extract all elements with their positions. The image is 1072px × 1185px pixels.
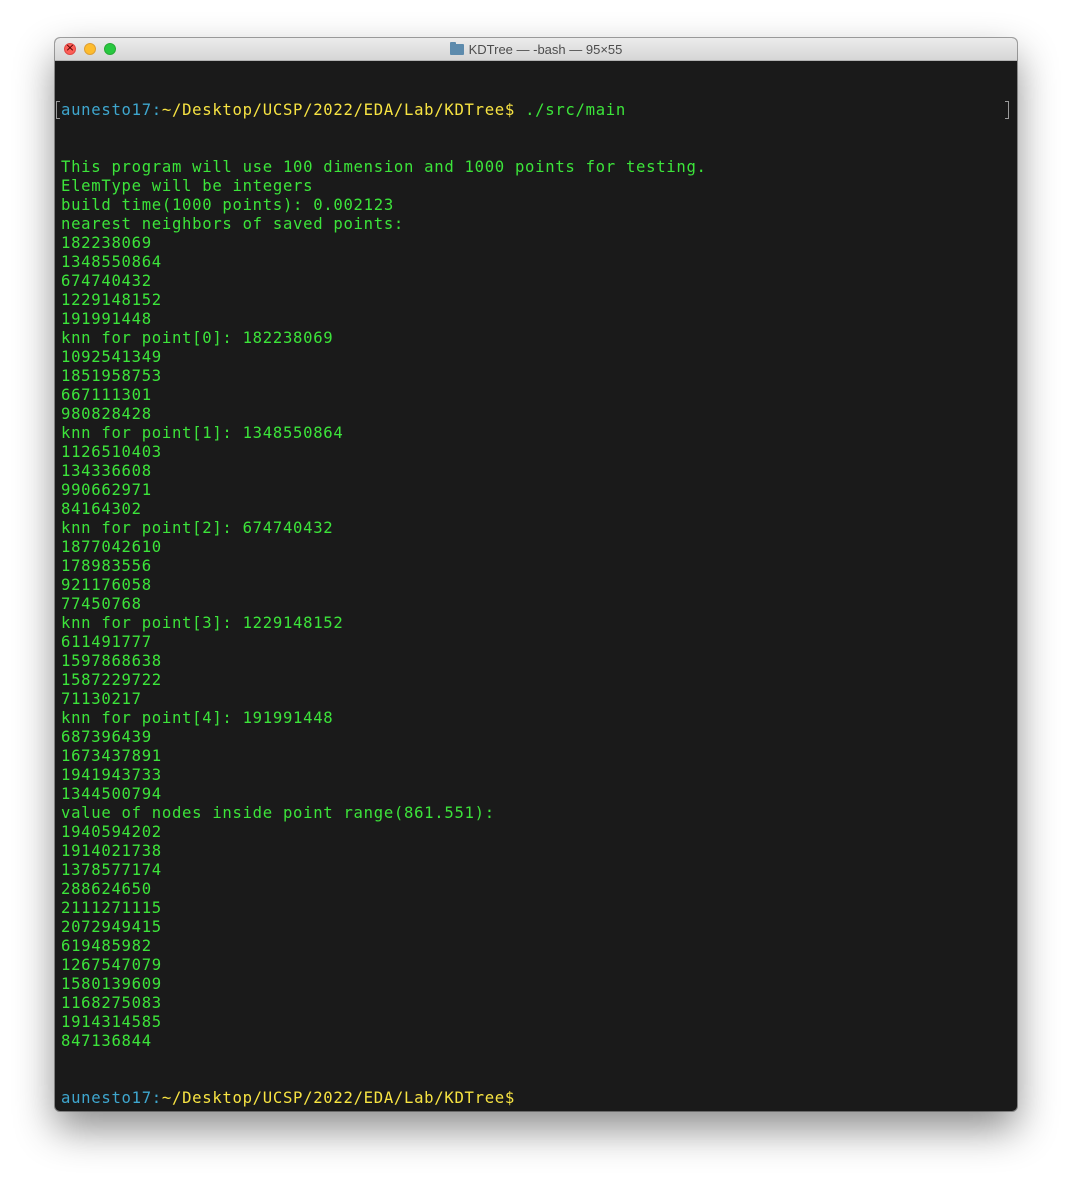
prompt-user: aunesto17 <box>61 101 152 119</box>
output-line: 84164302 <box>61 500 142 518</box>
output-line: 921176058 <box>61 576 152 594</box>
final-prompt-line[interactable]: aunesto17:~/Desktop/UCSP/2022/EDA/Lab/KD… <box>61 1089 1011 1108</box>
output-line: knn for point[2]: 674740432 <box>61 519 334 537</box>
output-line: This program will use 100 dimension and … <box>61 158 707 176</box>
output-line: 77450768 <box>61 595 142 613</box>
output-line: 847136844 <box>61 1032 152 1050</box>
output-line: 1378577174 <box>61 861 162 879</box>
terminal-content[interactable]: aunesto17:~/Desktop/UCSP/2022/EDA/Lab/KD… <box>55 61 1017 1111</box>
output-line: 288624650 <box>61 880 152 898</box>
output-line: 980828428 <box>61 405 152 423</box>
folder-icon <box>449 41 464 55</box>
final-prompt-separator: : <box>151 1089 162 1107</box>
output-line: 1126510403 <box>61 443 162 461</box>
output-line: 1941943733 <box>61 766 162 784</box>
output-line: value of nodes inside point range(861.55… <box>61 804 495 822</box>
window-title-container: KDTree — -bash — 95×55 <box>55 38 1017 60</box>
output-line: 71130217 <box>61 690 142 708</box>
output-line: 1229148152 <box>61 291 162 309</box>
output-line: 1580139609 <box>61 975 162 993</box>
output-line: 674740432 <box>61 272 152 290</box>
output-line: 619485982 <box>61 937 152 955</box>
prompt-symbol: $ <box>504 101 515 119</box>
prompt-separator: : <box>151 101 162 119</box>
window-title: KDTree — -bash — 95×55 <box>468 41 623 57</box>
final-prompt-user: aunesto17 <box>61 1089 152 1107</box>
output-line: 1914314585 <box>61 1013 162 1031</box>
output-line: 1914021738 <box>61 842 162 860</box>
output-line: 2111271115 <box>61 899 162 917</box>
output-line: 178983556 <box>61 557 152 575</box>
mark-bracket-right <box>1005 101 1009 119</box>
output-line: knn for point[4]: 191991448 <box>61 709 334 727</box>
output-line: 2072949415 <box>61 918 162 936</box>
output-line: 1673437891 <box>61 747 162 765</box>
output-line: 1587229722 <box>61 671 162 689</box>
output-line: 611491777 <box>61 633 152 651</box>
output-block: This program will use 100 dimension and … <box>61 158 1011 1051</box>
prompt-path: ~/Desktop/UCSP/2022/EDA/Lab/KDTree <box>161 101 505 119</box>
output-line: 667111301 <box>61 386 152 404</box>
final-prompt-symbol: $ <box>504 1089 515 1107</box>
output-line: 1168275083 <box>61 994 162 1012</box>
output-line: 1597868638 <box>61 652 162 670</box>
output-line: 182238069 <box>61 234 152 252</box>
output-line: 1344500794 <box>61 785 162 803</box>
output-line: knn for point[3]: 1229148152 <box>61 614 344 632</box>
output-line: 1267547079 <box>61 956 162 974</box>
prompt-command: ./src/main <box>514 101 626 119</box>
output-line: 1877042610 <box>61 538 162 556</box>
output-line: 1348550864 <box>61 253 162 271</box>
output-line: build time(1000 points): 0.002123 <box>61 196 394 214</box>
output-line: 990662971 <box>61 481 152 499</box>
output-line: 191991448 <box>61 310 152 328</box>
command-prompt-line: aunesto17:~/Desktop/UCSP/2022/EDA/Lab/KD… <box>56 101 1011 120</box>
mark-bracket-left <box>56 101 60 119</box>
output-line: 134336608 <box>61 462 152 480</box>
output-line: nearest neighbors of saved points: <box>61 215 404 233</box>
final-prompt-path: ~/Desktop/UCSP/2022/EDA/Lab/KDTree <box>161 1089 505 1107</box>
output-line: knn for point[1]: 1348550864 <box>61 424 344 442</box>
output-line: 1092541349 <box>61 348 162 366</box>
output-line: 687396439 <box>61 728 152 746</box>
terminal-window: KDTree — -bash — 95×55 aunesto17:~/Deskt… <box>55 38 1017 1111</box>
title-bar[interactable]: KDTree — -bash — 95×55 <box>55 38 1017 61</box>
output-line: ElemType will be integers <box>61 177 314 195</box>
output-line: knn for point[0]: 182238069 <box>61 329 334 347</box>
output-line: 1940594202 <box>61 823 162 841</box>
output-line: 1851958753 <box>61 367 162 385</box>
